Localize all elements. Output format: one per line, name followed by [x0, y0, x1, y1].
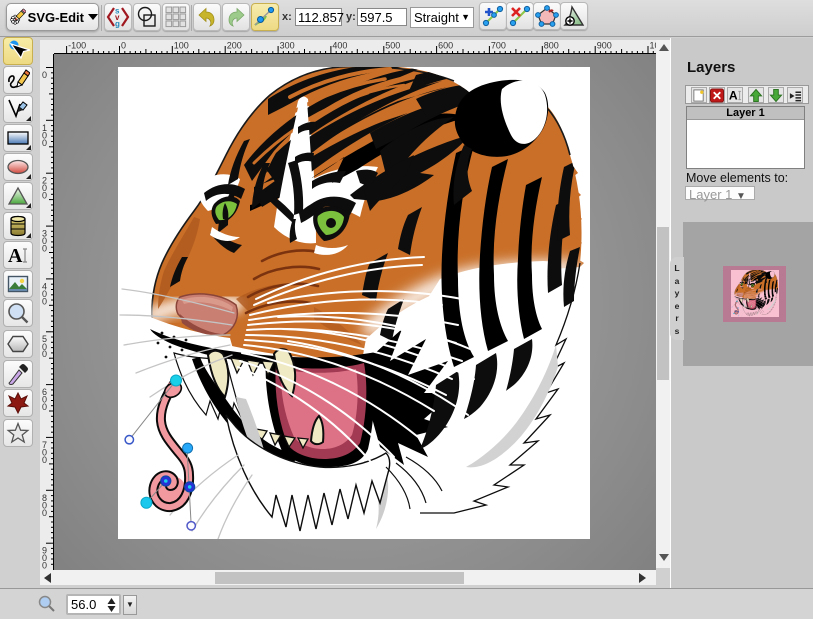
svg-text:0: 0 — [42, 402, 47, 412]
svg-text:0: 0 — [42, 561, 47, 570]
svg-text:900: 900 — [597, 41, 612, 51]
svg-text:g: g — [115, 20, 120, 29]
svg-text:0: 0 — [42, 508, 47, 518]
svg-text:600: 600 — [438, 41, 453, 51]
svg-text:0: 0 — [42, 455, 47, 465]
svg-text:0: 0 — [42, 191, 47, 201]
svg-text:300: 300 — [280, 41, 295, 51]
svg-text:A: A — [729, 88, 738, 102]
svg-text:700: 700 — [491, 41, 506, 51]
svg-text:0: 0 — [42, 244, 47, 254]
svg-text:800: 800 — [544, 41, 559, 51]
svg-text:0: 0 — [42, 70, 47, 80]
svg-text:400: 400 — [332, 41, 347, 51]
svg-text:0: 0 — [121, 41, 126, 51]
svg-text:A: A — [8, 245, 23, 267]
svg-text:100: 100 — [174, 41, 189, 51]
svg-text:-100: -100 — [68, 41, 86, 51]
svg-text:0: 0 — [42, 296, 47, 306]
svg-text:0: 0 — [42, 138, 47, 148]
svg-text:0: 0 — [42, 349, 47, 359]
svg-text:500: 500 — [385, 41, 400, 51]
svg-text:200: 200 — [227, 41, 242, 51]
